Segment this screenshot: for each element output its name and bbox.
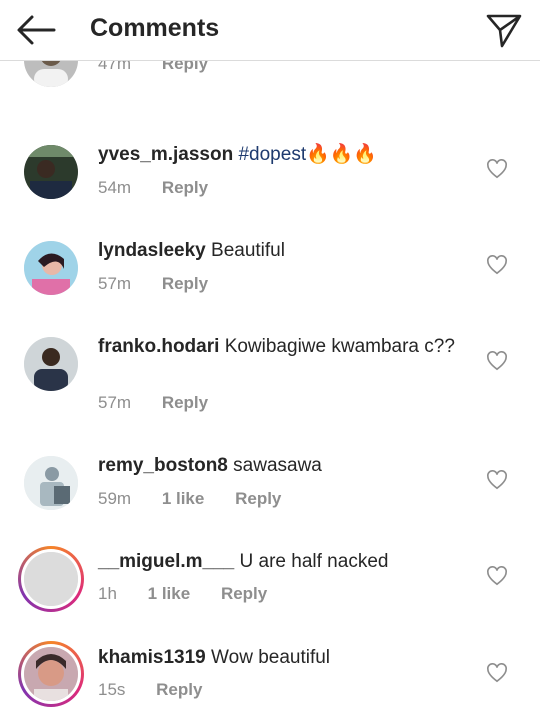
avatar[interactable] bbox=[24, 337, 78, 391]
story-ring-avatar[interactable] bbox=[18, 641, 84, 707]
comment-username[interactable]: __miguel.m___ bbox=[98, 551, 234, 572]
comment-time: 15s bbox=[98, 680, 126, 699]
direct-message-icon[interactable] bbox=[484, 10, 524, 50]
page-title: Comments bbox=[90, 14, 220, 42]
comment-text: Beautiful bbox=[211, 240, 285, 261]
comment-time: 54m bbox=[98, 178, 132, 197]
story-ring-avatar[interactable] bbox=[18, 546, 84, 612]
heart-icon[interactable] bbox=[486, 255, 508, 275]
comment-username[interactable]: khamis1319 bbox=[98, 647, 206, 668]
reply-button[interactable]: Reply bbox=[235, 489, 281, 509]
heart-icon[interactable] bbox=[486, 566, 508, 586]
comment-text: 🔥🔥🔥 bbox=[306, 144, 378, 165]
avatar[interactable] bbox=[24, 241, 78, 295]
comment-text: U are half nacked bbox=[239, 551, 389, 572]
comment-username[interactable]: remy_boston8 bbox=[98, 455, 228, 476]
comment-time: 1h bbox=[98, 584, 117, 603]
back-arrow-icon[interactable] bbox=[14, 12, 58, 48]
header-bar: Comments bbox=[0, 0, 540, 61]
heart-icon[interactable] bbox=[486, 351, 508, 371]
avatar bbox=[24, 647, 78, 701]
reply-button[interactable]: Reply bbox=[162, 393, 208, 413]
comment-text: Wow beautiful bbox=[211, 647, 331, 668]
likes-count[interactable]: 1 like bbox=[148, 584, 191, 604]
comment-text: sawasawa bbox=[233, 455, 322, 476]
reply-button[interactable]: Reply bbox=[162, 178, 208, 198]
reply-button[interactable]: Reply bbox=[162, 274, 208, 294]
avatar[interactable] bbox=[24, 456, 78, 510]
comment-text: Kowibagiwe kwambara c?? bbox=[224, 336, 455, 357]
comment-username[interactable]: franko.hodari bbox=[98, 336, 219, 357]
comment-time: 57m bbox=[98, 274, 132, 293]
heart-icon[interactable] bbox=[486, 470, 508, 490]
comment-hashtag[interactable]: #dopest bbox=[238, 144, 306, 165]
avatar[interactable] bbox=[24, 145, 78, 199]
comment-time: 57m bbox=[98, 393, 132, 412]
likes-count[interactable]: 1 like bbox=[162, 489, 205, 509]
avatar bbox=[24, 552, 78, 606]
reply-button[interactable]: Reply bbox=[156, 680, 202, 700]
heart-icon[interactable] bbox=[486, 663, 508, 683]
comment-time: 59m bbox=[98, 489, 132, 508]
comment-username[interactable]: lyndasleeky bbox=[98, 240, 206, 261]
comment-username[interactable]: yves_m.jasson bbox=[98, 144, 233, 165]
reply-button[interactable]: Reply bbox=[221, 584, 267, 604]
heart-icon[interactable] bbox=[486, 159, 508, 179]
